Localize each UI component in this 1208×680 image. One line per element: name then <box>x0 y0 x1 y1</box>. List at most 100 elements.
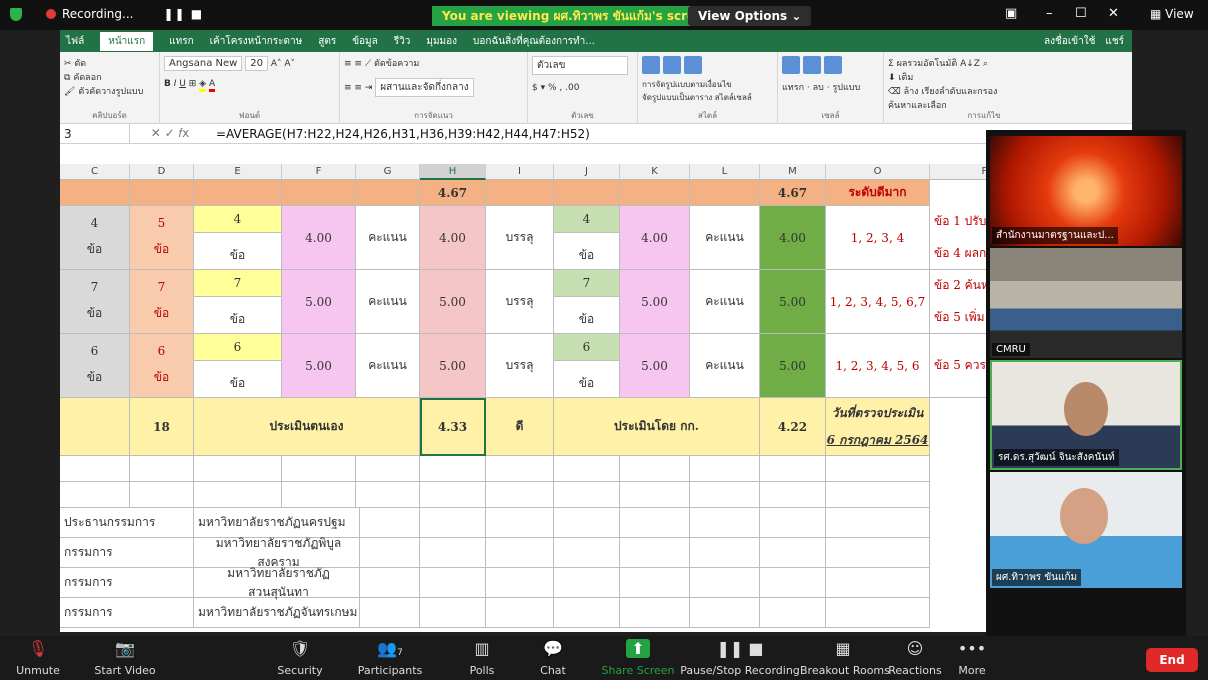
committee-org[interactable]: มหาวิทยาลัยราชภัฏสวนสุนันทา <box>194 566 360 599</box>
participants-button[interactable]: 👥 7 Participants <box>346 636 434 680</box>
column-header-j[interactable]: J <box>554 164 620 180</box>
empty-cell[interactable] <box>554 456 620 482</box>
italic-icon[interactable]: I <box>174 79 177 89</box>
empty-cell[interactable] <box>620 598 690 628</box>
decimal-icon[interactable]: .00 <box>565 83 579 93</box>
empty-cell[interactable] <box>420 538 486 568</box>
header-cell-d[interactable] <box>130 180 194 206</box>
empty-cell[interactable] <box>690 508 760 538</box>
cell-styles-icon[interactable] <box>683 56 702 74</box>
indent-icon[interactable]: ⇥ <box>365 83 373 93</box>
align-left-icon[interactable]: ≡ <box>344 83 352 93</box>
empty-cell[interactable] <box>486 482 554 508</box>
orientation-icon[interactable]: ⟋ <box>365 59 371 69</box>
reactions-button[interactable]: ☺ Reactions <box>884 636 946 680</box>
empty-cell[interactable] <box>282 456 356 482</box>
row3-c[interactable]: 6 ข้อ <box>60 334 130 398</box>
shrink-font-icon[interactable]: A˅ <box>284 59 295 69</box>
empty-cell[interactable] <box>826 568 930 598</box>
empty-cell[interactable] <box>60 456 130 482</box>
conditional-format-icon[interactable] <box>642 56 660 74</box>
number-format-select[interactable]: ตัวเลข <box>532 56 628 75</box>
row2-e[interactable]: 7 ข้อ <box>194 270 282 334</box>
empty-cell[interactable] <box>760 538 826 568</box>
column-header-h[interactable]: H <box>420 164 486 180</box>
fill-icon[interactable]: ⬇ <box>888 73 896 83</box>
header-cell-i[interactable] <box>486 180 554 206</box>
committee-role[interactable]: กรรมการ <box>60 538 194 568</box>
empty-cell[interactable] <box>826 482 930 508</box>
header-cell-o[interactable]: ระดับดีมาก <box>826 180 930 206</box>
committee-role[interactable]: ประธานกรรมการ <box>60 508 194 538</box>
empty-cell[interactable] <box>620 508 690 538</box>
summary-o[interactable]: วันที่ตรวจประเมิน 6 กรกฎาคม 2564 <box>826 398 930 456</box>
font-color-icon[interactable]: A <box>208 79 216 92</box>
tab-insert[interactable]: แทรก <box>169 34 193 49</box>
row1-f[interactable]: 4.00 <box>282 206 356 270</box>
empty-cell[interactable] <box>420 482 486 508</box>
polls-button[interactable]: ▥ Polls <box>454 636 510 680</box>
empty-cell[interactable] <box>486 568 554 598</box>
tab-data[interactable]: ข้อมูล <box>352 34 378 49</box>
grow-font-icon[interactable]: A˄ <box>271 59 282 69</box>
row3-i[interactable]: บรรลุ <box>486 334 554 398</box>
row2-j[interactable]: 7 ข้อ <box>554 270 620 334</box>
cut-button[interactable]: ตัด <box>74 59 86 69</box>
tab-review[interactable]: รีวิว <box>394 34 411 49</box>
format-cells-icon[interactable] <box>823 56 842 74</box>
header-cell-m[interactable]: 4.67 <box>760 180 826 206</box>
copy-icon[interactable]: ⧉ <box>64 73 70 83</box>
header-cell-g[interactable] <box>356 180 420 206</box>
format-table-icon[interactable] <box>662 56 681 74</box>
empty-cell[interactable] <box>486 456 554 482</box>
empty-cell[interactable] <box>486 538 554 568</box>
empty-cell[interactable] <box>356 508 420 538</box>
row1-d[interactable]: 5 ข้อ <box>130 206 194 270</box>
breakout-rooms-button[interactable]: ▦ Breakout Rooms <box>800 636 890 680</box>
row3-f[interactable]: 5.00 <box>282 334 356 398</box>
column-header-o[interactable]: O <box>826 164 930 180</box>
row1-g[interactable]: คะแนน <box>356 206 420 270</box>
empty-cell[interactable] <box>620 538 690 568</box>
committee-role[interactable]: กรรมการ <box>60 568 194 598</box>
maximize-icon[interactable]: ☐ <box>1075 6 1087 21</box>
row2-d[interactable]: 7 ข้อ <box>130 270 194 334</box>
row1-k[interactable]: 4.00 <box>620 206 690 270</box>
align-top-icon[interactable]: ≡ <box>344 59 352 69</box>
copy-button[interactable]: คัดลอก <box>73 73 101 83</box>
sort-filter-button[interactable]: เรียงลำดับและกรอง <box>921 87 997 97</box>
align-middle-icon[interactable]: ≡ <box>354 59 362 69</box>
empty-cell[interactable] <box>420 598 486 628</box>
find-icon[interactable]: ⌕ <box>983 59 988 69</box>
clear-icon[interactable]: ⌫ <box>888 87 901 97</box>
empty-cell[interactable] <box>356 456 420 482</box>
row3-l[interactable]: คะแนน <box>690 334 760 398</box>
empty-cell[interactable] <box>690 598 760 628</box>
row3-d[interactable]: 6 ข้อ <box>130 334 194 398</box>
empty-cell[interactable] <box>620 568 690 598</box>
row3-h[interactable]: 5.00 <box>420 334 486 398</box>
column-header-k[interactable]: K <box>620 164 690 180</box>
empty-cell[interactable] <box>420 456 486 482</box>
empty-cell[interactable] <box>826 598 930 628</box>
empty-cell[interactable] <box>620 482 690 508</box>
header-cell-l[interactable] <box>690 180 760 206</box>
empty-cell[interactable] <box>554 482 620 508</box>
header-cell-k[interactable] <box>620 180 690 206</box>
empty-cell[interactable] <box>554 568 620 598</box>
conditional-format-button[interactable]: การจัดรูปแบบตามเงื่อนไข <box>642 80 732 89</box>
participant-tile-2[interactable]: CMRU <box>990 248 1182 358</box>
empty-cell[interactable] <box>826 456 930 482</box>
delete-cells-icon[interactable] <box>802 56 821 74</box>
column-header-d[interactable]: D <box>130 164 194 180</box>
header-cell-f[interactable] <box>282 180 356 206</box>
cell-styles-button[interactable]: สไตล์เซลล์ <box>715 93 752 102</box>
align-center-icon[interactable]: ≡ <box>354 83 362 93</box>
unmute-button[interactable]: 🎙 Unmute <box>8 636 68 680</box>
tell-me-search[interactable]: บอกฉันสิ่งที่คุณต้องการทำ... <box>473 34 595 49</box>
row2-g[interactable]: คะแนน <box>356 270 420 334</box>
empty-cell[interactable] <box>760 482 826 508</box>
sign-in-link[interactable]: ลงชื่อเข้าใช้ <box>1044 34 1095 49</box>
row3-e[interactable]: 6 ข้อ <box>194 334 282 398</box>
format-cells-button[interactable]: รูปแบบ <box>832 83 860 93</box>
